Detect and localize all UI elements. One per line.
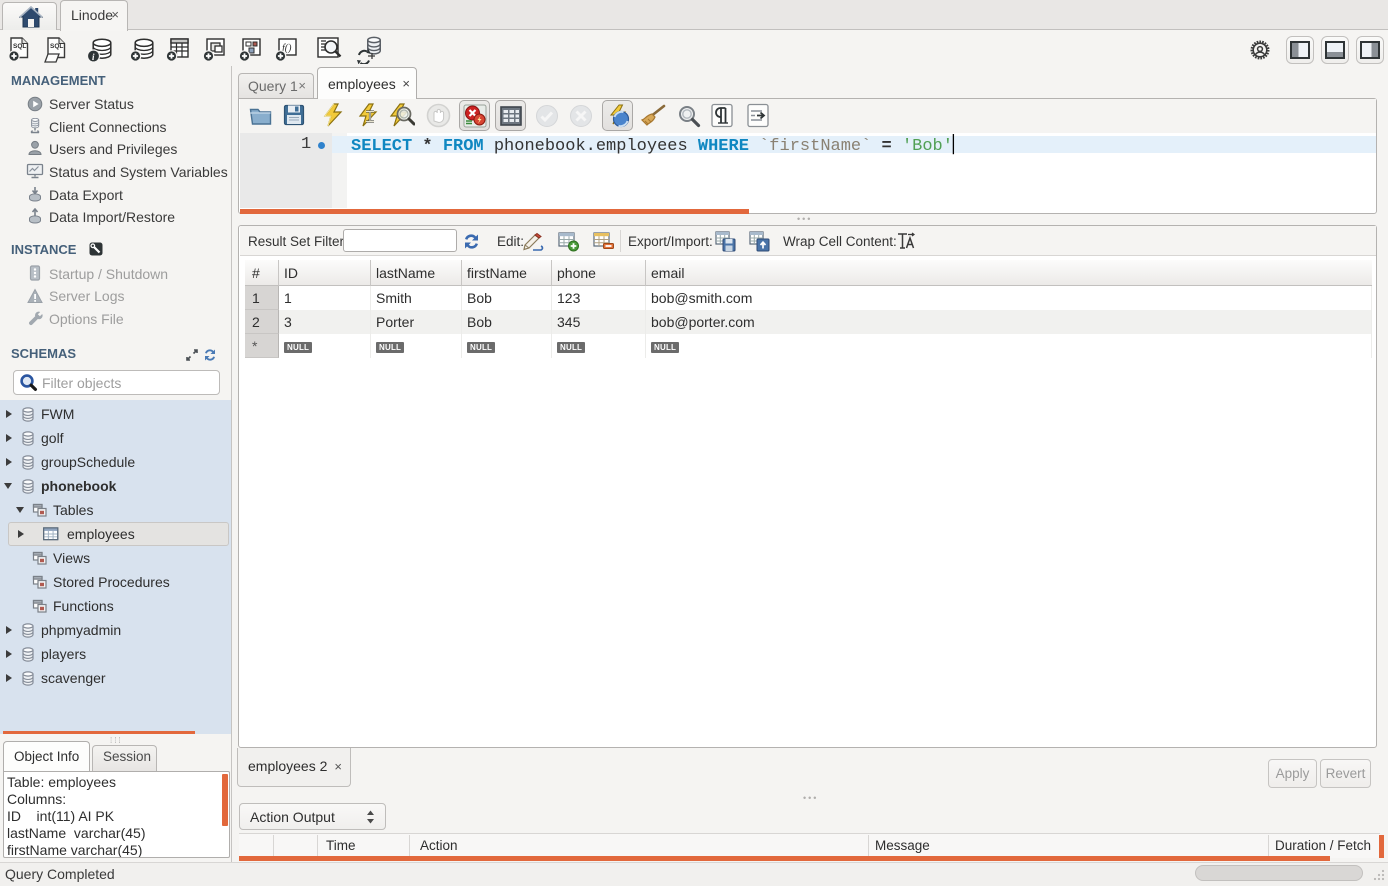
svg-text:SQL: SQL bbox=[50, 43, 63, 50]
svg-text:SQL: SQL bbox=[13, 43, 26, 50]
